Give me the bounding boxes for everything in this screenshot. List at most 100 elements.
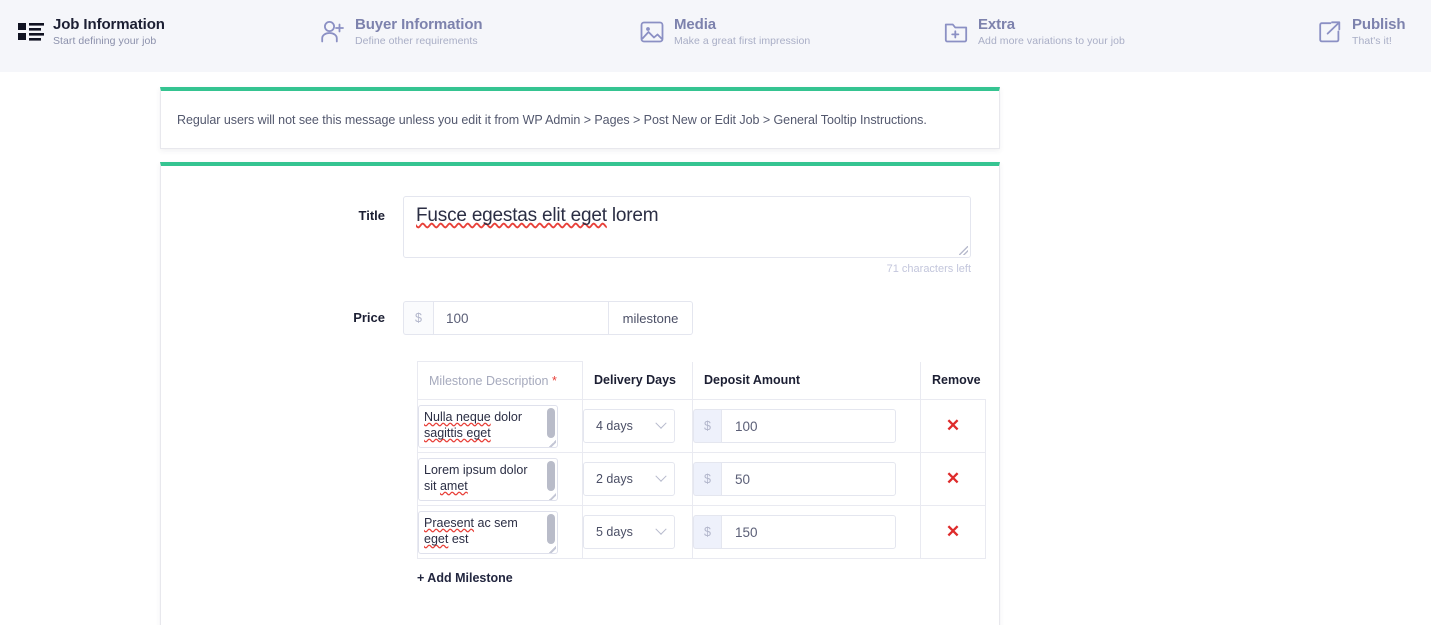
required-asterisk: * (551, 373, 557, 388)
title-value-rest: lorem (606, 205, 659, 226)
milestone-description-input[interactable]: Lorem ipsum dolor sit amet (418, 457, 558, 501)
textarea-resize-handle[interactable] (959, 246, 968, 255)
cell-deposit-amount: $ 50 (692, 452, 921, 506)
deposit-amount-input[interactable]: 150 (721, 515, 896, 549)
cell-delivery-days: 2 days (582, 452, 693, 506)
desc-text-1: dolor (490, 409, 522, 424)
milestone-description-input[interactable]: Nulla neque dolor sagittis eget (418, 404, 558, 448)
desc-misspelled-2: amet (439, 478, 468, 493)
step-title: Extra (978, 16, 1016, 33)
table-row: Praesent ac sem eget est 5 days $ 150 ✕ (417, 505, 986, 559)
table-row: Nulla neque dolor sagittis eget 4 days $… (417, 399, 986, 453)
milestone-table-wrapper: Milestone Description * Delivery Days De… (417, 361, 986, 559)
textarea-scrollbar[interactable] (547, 407, 555, 438)
delivery-days-select[interactable]: 2 days (583, 462, 675, 496)
step-title: Buyer Information (355, 16, 483, 33)
step-publish[interactable]: Publish That's it! (1318, 16, 1406, 48)
image-icon (640, 20, 665, 44)
desc-text-2: est (448, 531, 469, 546)
deposit-amount-input[interactable]: 50 (721, 462, 896, 496)
step-subtitle: That's it! (1352, 35, 1392, 48)
add-milestone-button[interactable]: + Add Milestone (417, 571, 999, 585)
textarea-scrollbar[interactable] (547, 460, 555, 491)
delivery-days-value: 5 days (596, 525, 633, 539)
milestone-table: Milestone Description * Delivery Days De… (417, 361, 986, 559)
title-value-misspelled: Fusce egestas elit eget (416, 205, 607, 226)
header-delivery-days: Delivery Days (582, 361, 693, 400)
milestone-description-input[interactable]: Praesent ac sem eget est (418, 510, 558, 554)
step-subtitle: Add more variations to your job (978, 35, 1125, 48)
step-subtitle: Make a great first impression (674, 35, 811, 48)
chevron-down-icon (655, 470, 667, 482)
add-user-icon (320, 20, 346, 44)
delivery-days-select[interactable]: 4 days (583, 409, 675, 443)
deposit-input-group: $ 50 (693, 462, 896, 496)
table-row: Lorem ipsum dolor sit amet 2 days $ 50 ✕ (417, 452, 986, 506)
price-row: Price $ 100 milestone (161, 275, 999, 335)
title-label: Title (358, 208, 386, 223)
desc-misspelled-2: sagittis eget (424, 425, 491, 440)
remove-row-button[interactable]: ✕ (946, 470, 960, 487)
cell-delivery-days: 4 days (582, 399, 693, 453)
milestone-table-body: Nulla neque dolor sagittis eget 4 days $… (417, 399, 986, 559)
remove-row-button[interactable]: ✕ (946, 523, 960, 540)
desc-text-1: ac sem (474, 515, 518, 530)
step-title: Media (674, 16, 717, 33)
cell-deposit-amount: $ 100 (692, 399, 921, 453)
step-extra[interactable]: Extra Add more variations to your job (944, 16, 1125, 47)
cell-delivery-days: 5 days (582, 505, 693, 559)
currency-symbol: $ (403, 301, 433, 335)
tooltip-notice-card: Regular users will not see this message … (160, 87, 1000, 149)
list-grid-icon (18, 21, 44, 43)
step-media[interactable]: Media Make a great first impression (640, 16, 810, 47)
chevron-down-icon (655, 417, 667, 429)
textarea-scrollbar[interactable] (547, 513, 555, 544)
step-navigation-bar: Job Information Start defining your job … (0, 0, 1431, 72)
chevron-down-icon (655, 523, 667, 535)
deposit-input-group: $ 150 (693, 515, 896, 549)
notice-text: Regular users will not see this message … (177, 113, 927, 127)
textarea-resize-handle[interactable] (549, 545, 556, 553)
textarea-resize-handle[interactable] (549, 492, 556, 500)
title-row: Title Fusce egestas elit eget lorem 71 c… (161, 166, 999, 275)
cell-remove: ✕ (920, 452, 986, 506)
cell-remove: ✕ (920, 399, 986, 453)
textarea-resize-handle[interactable] (549, 439, 556, 447)
header-label: Milestone Description (429, 373, 549, 388)
step-subtitle: Start defining your job (53, 35, 157, 48)
remove-row-button[interactable]: ✕ (946, 417, 960, 434)
page-body: Regular users will not see this message … (0, 72, 1431, 625)
milestone-table-head: Milestone Description * Delivery Days De… (417, 361, 986, 400)
price-input[interactable]: 100 (433, 301, 609, 335)
job-information-form-card: Title Fusce egestas elit eget lorem 71 c… (160, 162, 1000, 625)
header-milestone-description: Milestone Description * (417, 361, 583, 400)
currency-symbol: $ (693, 462, 721, 496)
step-buyer-information[interactable]: Buyer Information Define other requireme… (320, 16, 483, 48)
desc-misspelled-2: eget (424, 531, 449, 546)
price-input-group: $ 100 milestone (403, 301, 693, 335)
deposit-amount-input[interactable]: 100 (721, 409, 896, 443)
step-subtitle: Define other requirements (355, 35, 478, 48)
external-link-icon (1318, 20, 1343, 44)
cell-remove: ✕ (920, 505, 986, 559)
delivery-days-value: 4 days (596, 419, 633, 433)
title-input[interactable]: Fusce egestas elit eget lorem (403, 196, 971, 258)
price-unit-label: milestone (609, 301, 693, 335)
cell-deposit-amount: $ 150 (692, 505, 921, 559)
cell-description: Nulla neque dolor sagittis eget (417, 399, 583, 453)
table-header-row: Milestone Description * Delivery Days De… (417, 361, 986, 400)
currency-symbol: $ (693, 515, 721, 549)
delivery-days-select[interactable]: 5 days (583, 515, 675, 549)
deposit-input-group: $ 100 (693, 409, 896, 443)
step-job-information[interactable]: Job Information Start defining your job (18, 16, 165, 47)
step-title: Job Information (53, 16, 165, 33)
cell-description: Praesent ac sem eget est (417, 505, 583, 559)
cell-description: Lorem ipsum dolor sit amet (417, 452, 583, 506)
delivery-days-value: 2 days (596, 472, 633, 486)
header-remove: Remove (920, 361, 986, 400)
header-deposit-amount: Deposit Amount (692, 361, 921, 400)
characters-left-counter: 71 characters left (886, 263, 971, 275)
step-title: Publish (1352, 16, 1406, 33)
currency-symbol: $ (693, 409, 721, 443)
price-label: Price (353, 310, 385, 325)
